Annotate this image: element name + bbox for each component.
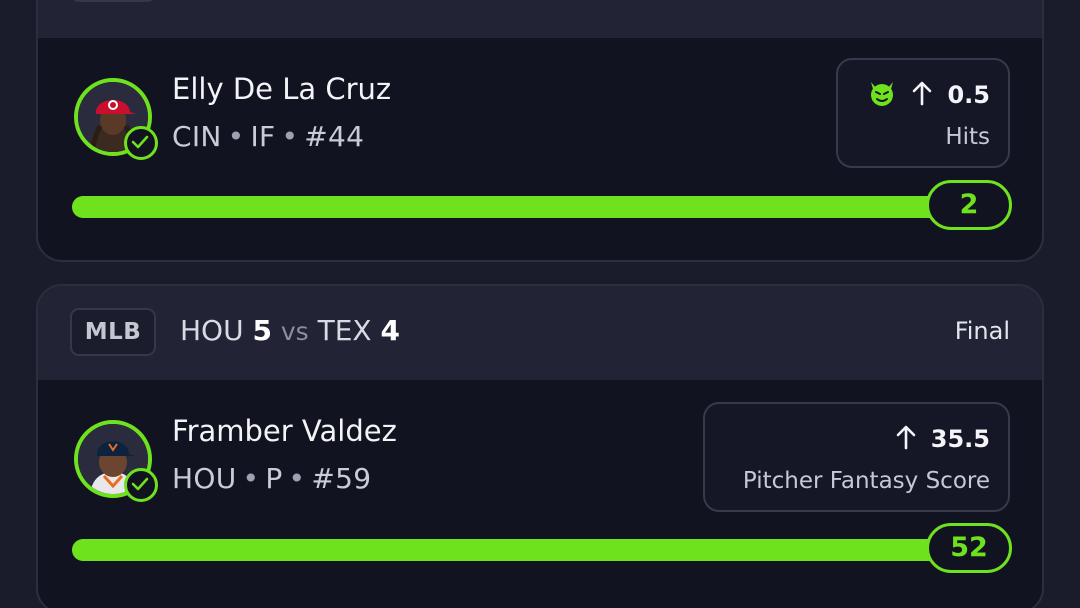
up-arrow-icon — [895, 424, 917, 454]
result-pill: 2 — [926, 180, 1012, 230]
line-value: 35.5 — [930, 425, 990, 453]
player-meta: HOU • P • #59 — [172, 462, 371, 495]
progress-fill — [72, 539, 972, 561]
pick-results-screen: Elly De La Cruz CIN • IF • #44 0.5 Hits … — [0, 0, 1080, 608]
player-position: P — [265, 462, 283, 495]
up-arrow-icon — [911, 80, 933, 110]
away-team: TEX — [317, 314, 372, 347]
progress-bar — [72, 196, 972, 218]
player-position: IF — [250, 120, 276, 153]
progress-fill — [72, 196, 972, 218]
league-badge: MLB — [70, 308, 156, 356]
separator-dot: • — [281, 120, 299, 153]
stat-name: Pitcher Fantasy Score — [742, 468, 990, 494]
separator-dot: • — [227, 120, 245, 153]
player-meta: CIN • IF • #44 — [172, 120, 364, 153]
player-team: HOU — [172, 462, 237, 495]
verified-check-icon — [124, 126, 158, 160]
game-matchup: HOU 5 vs TEX 4 — [180, 314, 400, 347]
pick-line-box[interactable]: 0.5 Hits — [836, 58, 1010, 168]
home-team: HOU — [180, 314, 244, 347]
pick-line-box[interactable]: 35.5 Pitcher Fantasy Score — [703, 402, 1010, 512]
pick-card-1[interactable]: Elly De La Cruz CIN • IF • #44 0.5 Hits … — [36, 0, 1044, 262]
player-number: #44 — [304, 120, 365, 153]
stat-name: Hits — [945, 124, 990, 150]
line-value: 0.5 — [947, 81, 990, 109]
separator-dot: • — [242, 462, 260, 495]
player-name: Framber Valdez — [172, 414, 397, 448]
player-name: Elly De La Cruz — [172, 72, 392, 106]
home-score: 5 — [252, 314, 272, 347]
game-status: Final — [954, 317, 1010, 345]
progress-bar — [72, 539, 972, 561]
vs-label: vs — [280, 317, 309, 346]
pick-card-2[interactable]: MLB HOU 5 vs TEX 4 Final Framber Valdez … — [36, 284, 1044, 608]
result-pill: 52 — [926, 523, 1012, 573]
player-number: #59 — [311, 462, 372, 495]
pick-line-row: 35.5 — [895, 422, 990, 456]
league-badge — [70, 0, 156, 2]
pick-line-row: 0.5 — [867, 78, 990, 112]
player-team: CIN — [172, 120, 222, 153]
card-header — [38, 0, 1042, 38]
demon-face-icon — [867, 78, 897, 112]
separator-dot: • — [288, 462, 306, 495]
card-header: MLB HOU 5 vs TEX 4 Final — [38, 286, 1042, 380]
away-score: 4 — [380, 314, 400, 347]
verified-check-icon — [124, 468, 158, 502]
